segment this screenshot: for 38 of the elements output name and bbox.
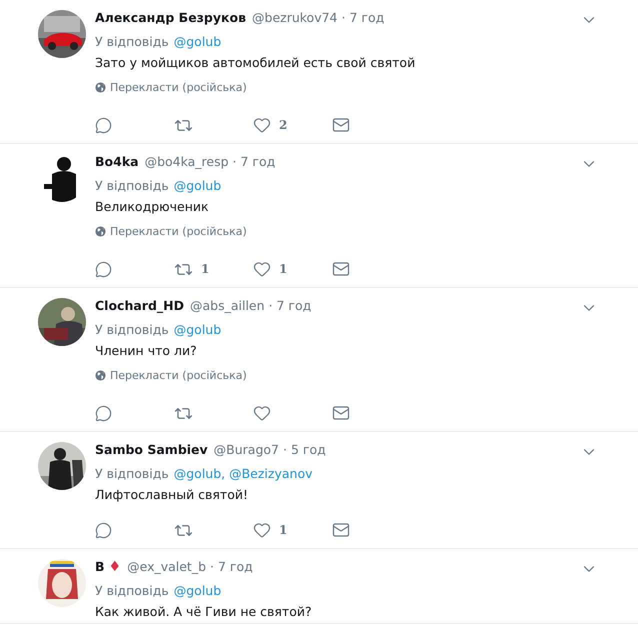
retweet-count: 1 bbox=[201, 262, 210, 276]
user-name[interactable]: Clochard_HD bbox=[95, 298, 184, 313]
tweet-time[interactable]: · 7 год bbox=[342, 10, 384, 25]
translate-link[interactable]: Перекласти (російська) bbox=[95, 225, 247, 238]
tweet-text: Членин что ли? bbox=[95, 343, 198, 358]
mention-link[interactable]: @golub, @Bezizyanov bbox=[174, 466, 312, 481]
user-name[interactable]: Bo4ka bbox=[95, 154, 139, 169]
tweet-text: Лифтославный святой! bbox=[95, 487, 249, 502]
user-name[interactable]: Александр Безруков bbox=[95, 10, 246, 25]
user-handle[interactable]: @bezrukov74 bbox=[252, 10, 338, 25]
mention-link[interactable]: @golub bbox=[174, 34, 222, 49]
tweet-text: Как живой. А чё Гиви не святой? bbox=[95, 604, 313, 619]
reply-label: У відповідь bbox=[95, 466, 169, 481]
user-handle[interactable]: @ex_valet_b bbox=[127, 559, 206, 574]
like-count: 1 bbox=[279, 262, 288, 276]
translate-link[interactable]: Перекласти (російська) bbox=[95, 369, 247, 382]
tweet-text: Зато у мойщиков автомобилей есть свой святой bbox=[95, 55, 416, 70]
tweet-time[interactable]: · 7 год bbox=[210, 559, 253, 574]
tweet-time[interactable]: · 7 год bbox=[232, 154, 276, 169]
mention-link[interactable]: @golub bbox=[174, 322, 222, 337]
tweet-time[interactable]: · 7 год bbox=[268, 298, 312, 313]
user-handle[interactable]: @abs_aillen bbox=[190, 298, 265, 313]
mention-link[interactable]: @golub bbox=[174, 178, 222, 193]
translate-link[interactable]: Перекласти (російська) bbox=[95, 81, 247, 94]
tweet-time[interactable]: · 5 год bbox=[283, 442, 326, 457]
tweet-text: Великодрюченик bbox=[95, 199, 210, 214]
reply-label: У відповідь bbox=[95, 34, 169, 49]
like-count: 1 bbox=[279, 523, 288, 537]
reply-label: У відповідь bbox=[95, 583, 169, 598]
user-name[interactable]: B bbox=[95, 559, 105, 574]
mention-link[interactable]: @golub bbox=[174, 583, 222, 598]
user-handle[interactable]: @Burago7 bbox=[214, 442, 280, 457]
user-handle[interactable]: @bo4ka_resp bbox=[144, 154, 229, 169]
diamond-emoji: ♦ bbox=[108, 559, 122, 575]
like-count: 2 bbox=[279, 118, 288, 132]
user-name[interactable]: Sambo Sambiev bbox=[95, 442, 208, 457]
reply-label: У відповідь bbox=[95, 322, 169, 337]
reply-label: У відповідь bbox=[95, 178, 169, 193]
